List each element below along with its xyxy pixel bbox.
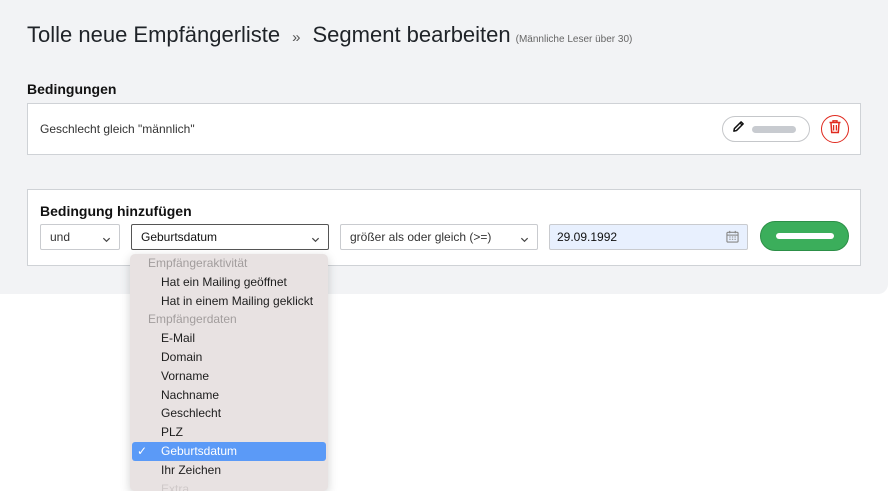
page-title: Segment bearbeiten (312, 22, 511, 47)
dropdown-option-label: Geburtsdatum (161, 443, 238, 458)
dropdown-option-selected[interactable]: ✓ Geburtsdatum (132, 441, 326, 461)
add-button-label-placeholder (775, 233, 834, 239)
operator-select[interactable]: größer als oder gleich (>=) (340, 224, 538, 250)
field-select[interactable]: Geburtsdatum (131, 224, 329, 250)
conditions-heading: Bedingungen (27, 81, 117, 97)
dropdown-option[interactable]: Domain (130, 348, 328, 367)
add-condition-button[interactable] (760, 221, 849, 251)
date-value: 29.09.1992 (557, 230, 618, 244)
dropdown-option[interactable]: Geschlecht (130, 404, 328, 423)
dropdown-option[interactable]: Hat in einem Mailing geklickt (130, 292, 328, 311)
dropdown-group-label: Empfängeraktivität (148, 256, 248, 270)
dropdown-option[interactable]: Vorname (130, 367, 328, 386)
edit-label-placeholder (752, 125, 796, 133)
chevron-down-icon (311, 233, 320, 247)
dropdown-option[interactable]: Extra (130, 480, 328, 491)
chevron-down-icon (520, 233, 529, 247)
dropdown-option[interactable]: Hat ein Mailing geöffnet (130, 273, 328, 292)
dropdown-option[interactable]: PLZ (130, 423, 328, 442)
delete-condition-button[interactable] (821, 115, 849, 143)
operator-value: größer als oder gleich (>=) (350, 230, 492, 244)
segment-editor-panel: Tolle neue Empfängerliste » Segment bear… (0, 0, 888, 294)
page-header: Tolle neue Empfängerliste » Segment bear… (27, 22, 632, 48)
conjunction-value: und (50, 230, 71, 244)
condition-text: Geschlecht gleich "männlich" (40, 122, 195, 136)
dropdown-option[interactable]: Ihr Zeichen (130, 461, 328, 480)
segment-subtitle: (Männliche Leser über 30) (515, 34, 633, 45)
trash-icon (828, 119, 842, 139)
add-condition-heading: Bedingung hinzufügen (40, 203, 192, 219)
field-value: Geburtsdatum (141, 230, 218, 244)
breadcrumb-separator: » (292, 29, 301, 46)
chevron-down-icon (102, 233, 111, 247)
checkmark-icon: ✓ (137, 443, 148, 458)
calendar-icon[interactable] (726, 230, 739, 246)
list-title[interactable]: Tolle neue Empfängerliste (27, 22, 280, 48)
dropdown-option[interactable]: Nachname (130, 386, 328, 405)
date-value-input[interactable]: 29.09.1992 (549, 224, 748, 250)
dropdown-group-label: Empfängerdaten (148, 312, 237, 327)
condition-row: Geschlecht gleich "männlich" (27, 103, 861, 155)
dropdown-option[interactable]: E-Mail (130, 329, 328, 348)
edit-condition-button[interactable] (722, 116, 810, 142)
field-dropdown-menu: Empfängeraktivität Hat ein Mailing geöff… (130, 254, 328, 491)
conjunction-select[interactable]: und (40, 224, 120, 250)
pencil-icon (732, 120, 745, 138)
